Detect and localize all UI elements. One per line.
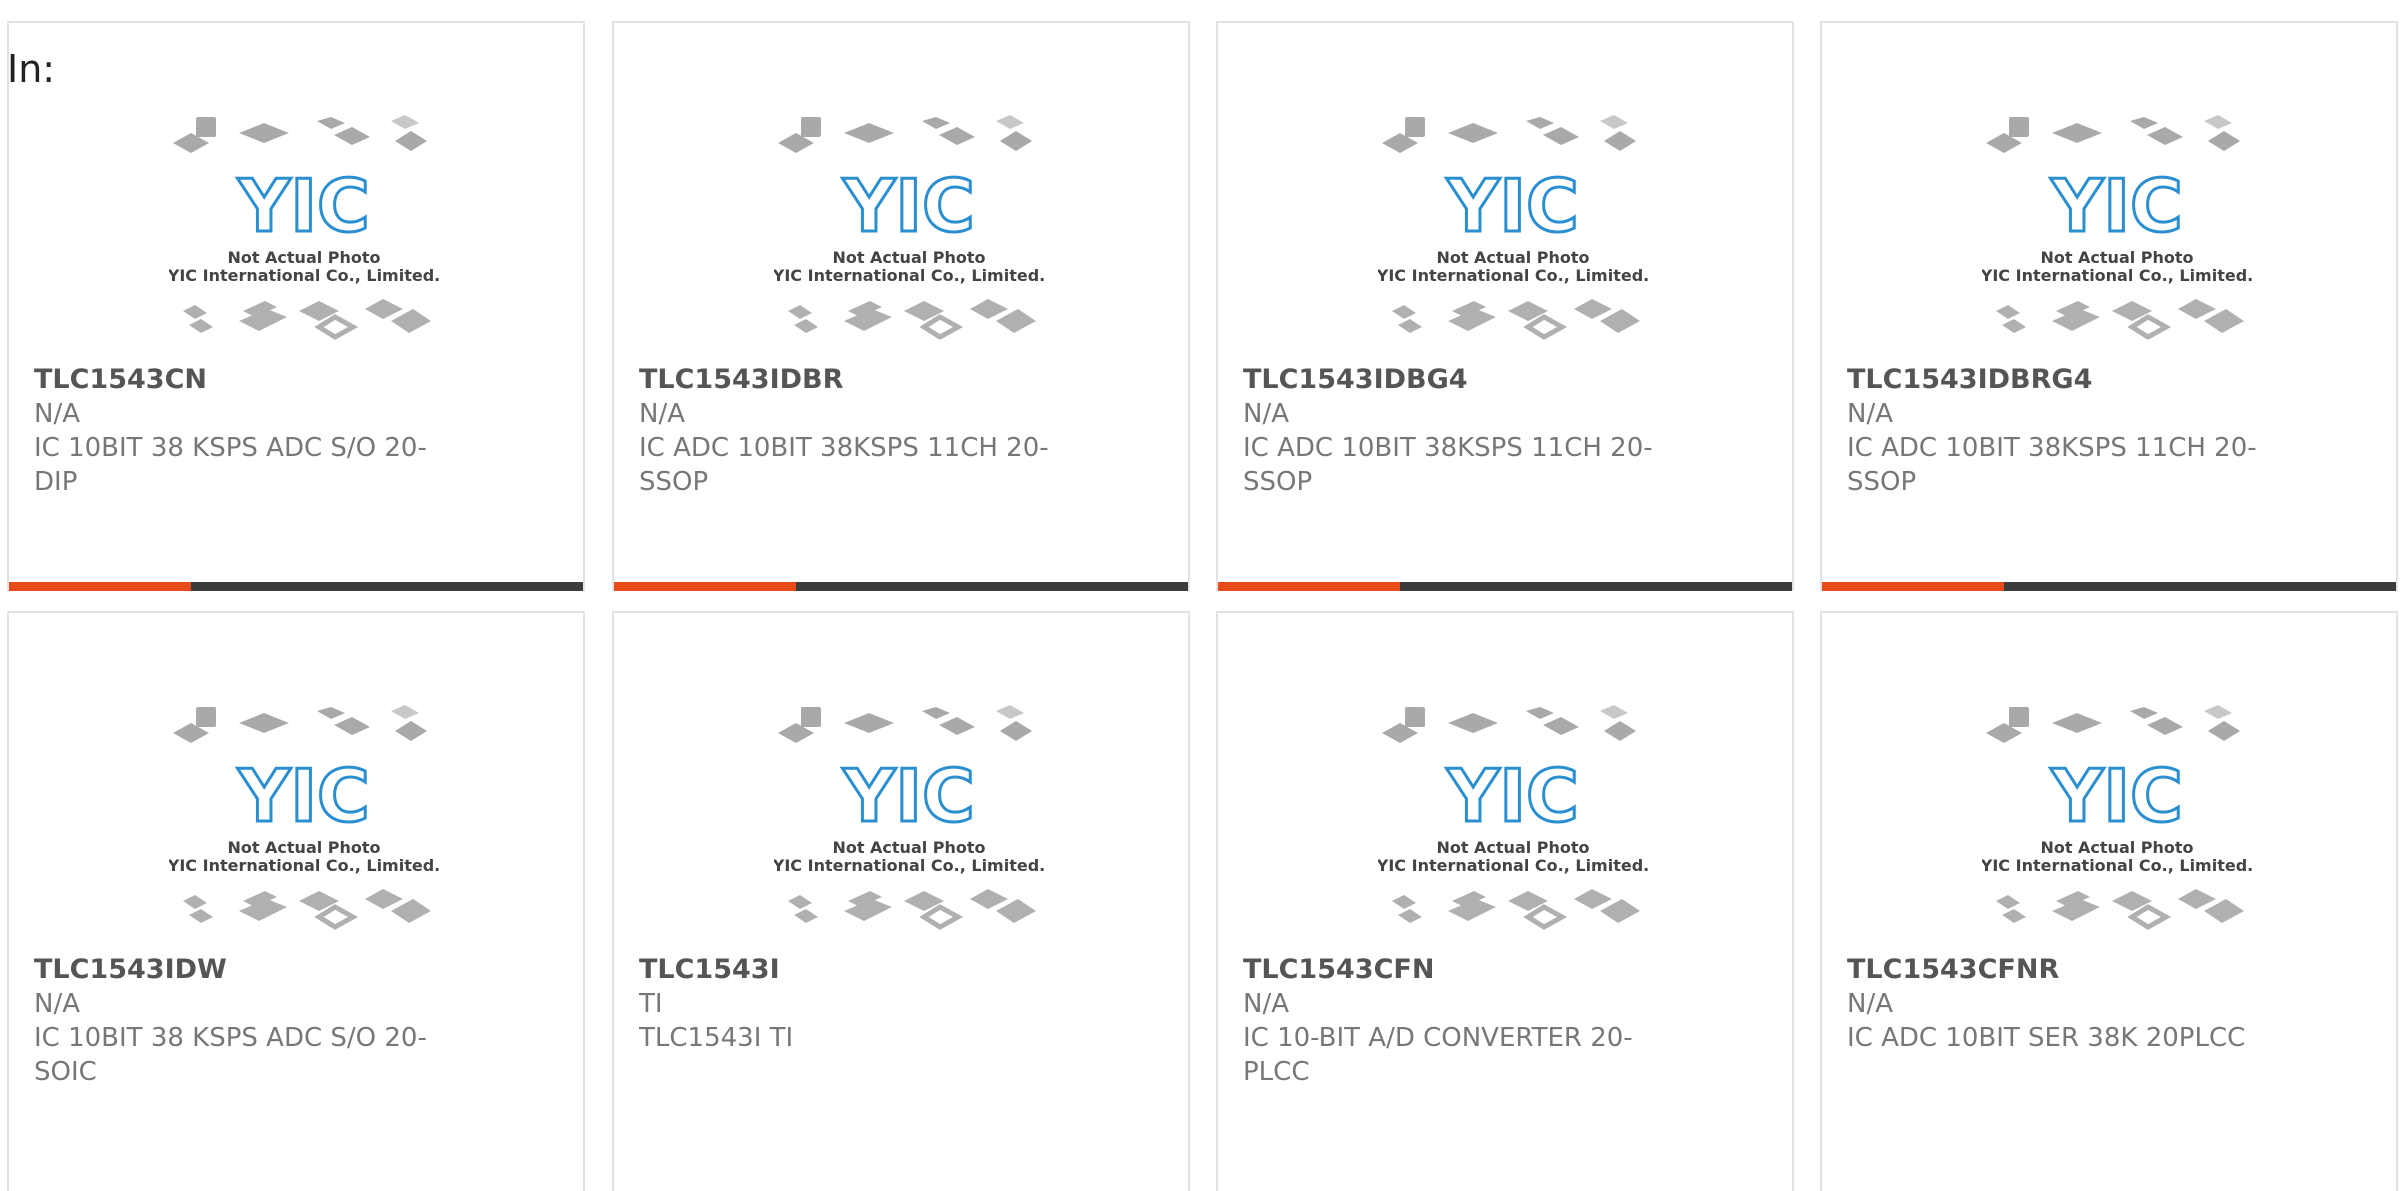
product-card[interactable]: YIC Not Actual Photo YIC International C… <box>7 21 585 591</box>
svg-text:Not Actual Photo: Not Actual Photo <box>2040 838 2193 857</box>
card-bottom-bar <box>614 582 1188 591</box>
part-number-link[interactable]: TLC1543CN <box>34 363 454 397</box>
svg-text:Not Actual Photo: Not Actual Photo <box>227 248 380 267</box>
svg-text:YIC: YIC <box>237 164 370 248</box>
product-image[interactable]: YIC Not Actual Photo YIC International C… <box>1378 113 1648 353</box>
svg-text:YIC International Co., Limited: YIC International Co., Limited. <box>774 856 1044 875</box>
description: IC 10-BIT A/D CONVERTER 20-PLCC <box>1243 1023 1633 1087</box>
product-info: TLC1543IDBRG4 N/A IC ADC 10BIT 38KSPS 11CH… <box>1847 363 2267 499</box>
manufacturer: N/A <box>1847 399 1893 429</box>
product-image[interactable]: YIC Not Actual Photo YIC International C… <box>1378 703 1648 943</box>
product-card[interactable]: YIC Not Actual Photo YIC International C… <box>1216 611 1794 1191</box>
product-image[interactable]: YIC Not Actual Photo YIC International C… <box>774 703 1044 943</box>
part-number-link[interactable]: TLC1543CFNR <box>1847 953 2267 987</box>
svg-text:Not Actual Photo: Not Actual Photo <box>832 838 985 857</box>
card-bottom-bar <box>1822 582 2396 591</box>
product-image[interactable]: YIC Not Actual Photo YIC International C… <box>1982 113 2252 353</box>
svg-text:Not Actual Photo: Not Actual Photo <box>832 248 985 267</box>
svg-text:Not Actual Photo: Not Actual Photo <box>227 838 380 857</box>
in-label: In: <box>7 47 56 91</box>
svg-text:YIC: YIC <box>1446 164 1579 248</box>
svg-text:YIC: YIC <box>2050 754 2183 838</box>
svg-text:YIC International Co., Limited: YIC International Co., Limited. <box>169 856 439 875</box>
svg-text:YIC: YIC <box>2050 164 2183 248</box>
product-image[interactable]: YIC Not Actual Photo YIC International C… <box>1982 703 2252 943</box>
part-number-link[interactable]: TLC1543IDW <box>34 953 454 987</box>
product-info: TLC1543CFN N/A IC 10-BIT A/D CONVERTER 20-… <box>1243 953 1663 1089</box>
card-bottom-bar <box>1218 582 1792 591</box>
placeholder-photo: YIC Not Actual Photo YIC International C… <box>169 115 439 340</box>
description: TLC1543I TI <box>639 1023 794 1053</box>
part-number-link[interactable]: TLC1543CFN <box>1243 953 1663 987</box>
placeholder-photo: YIC Not Actual Photo YIC International C… <box>1982 115 2252 340</box>
placeholder-photo: YIC Not Actual Photo YIC International C… <box>1378 705 1648 930</box>
product-info: TLC1543IDBR N/A IC ADC 10BIT 38KSPS 11CH 2… <box>639 363 1059 499</box>
svg-text:YIC International Co., Limited: YIC International Co., Limited. <box>1378 266 1648 285</box>
placeholder-photo: YIC Not Actual Photo YIC International C… <box>169 705 439 930</box>
svg-text:YIC: YIC <box>842 754 975 838</box>
svg-text:YIC: YIC <box>1446 754 1579 838</box>
product-image[interactable]: YIC Not Actual Photo YIC International C… <box>774 113 1044 353</box>
part-number-link[interactable]: TLC1543IDBRG4 <box>1847 363 2267 397</box>
svg-text:Not Actual Photo: Not Actual Photo <box>1436 248 1589 267</box>
part-number-link[interactable]: TLC1543IDBG4 <box>1243 363 1663 397</box>
manufacturer: N/A <box>1847 989 1893 1019</box>
description: IC ADC 10BIT 38KSPS 11CH 20-SSOP <box>1847 433 2257 497</box>
product-card[interactable]: YIC Not Actual Photo YIC International C… <box>1820 21 2398 591</box>
placeholder-photo: YIC Not Actual Photo YIC International C… <box>1378 115 1648 340</box>
product-card[interactable]: YIC Not Actual Photo YIC International C… <box>1820 611 2398 1191</box>
card-bottom-bar <box>9 582 583 591</box>
svg-text:Not Actual Photo: Not Actual Photo <box>2040 248 2193 267</box>
description: IC 10BIT 38 KSPS ADC S/O 20-DIP <box>34 433 427 497</box>
part-number-link[interactable]: TLC1543I <box>639 953 1059 987</box>
product-info: TLC1543I TI TLC1543I TI <box>639 953 1059 1055</box>
placeholder-photo: YIC Not Actual Photo YIC International C… <box>774 115 1044 340</box>
svg-text:YIC: YIC <box>237 754 370 838</box>
svg-text:YIC International Co., Limited: YIC International Co., Limited. <box>1982 856 2252 875</box>
svg-text:YIC International Co., Limited: YIC International Co., Limited. <box>1378 856 1648 875</box>
product-card[interactable]: YIC Not Actual Photo YIC International C… <box>1216 21 1794 591</box>
svg-text:YIC International Co., Limited: YIC International Co., Limited. <box>1982 266 2252 285</box>
product-info: TLC1543IDBG4 N/A IC ADC 10BIT 38KSPS 11CH … <box>1243 363 1663 499</box>
product-image[interactable]: YIC Not Actual Photo YIC International C… <box>169 113 439 353</box>
card-accent-bar <box>9 582 191 591</box>
product-info: TLC1543CN N/A IC 10BIT 38 KSPS ADC S/O 20-… <box>34 363 454 499</box>
product-info: TLC1543CFNR N/A IC ADC 10BIT SER 38K 20PLC… <box>1847 953 2267 1055</box>
product-card[interactable]: YIC Not Actual Photo YIC International C… <box>612 611 1190 1191</box>
card-accent-bar <box>1218 582 1400 591</box>
description: IC ADC 10BIT 38KSPS 11CH 20-SSOP <box>1243 433 1653 497</box>
manufacturer: N/A <box>1243 989 1289 1019</box>
manufacturer: N/A <box>34 399 80 429</box>
card-accent-bar <box>1822 582 2004 591</box>
manufacturer: N/A <box>639 399 685 429</box>
placeholder-photo: YIC Not Actual Photo YIC International C… <box>774 705 1044 930</box>
svg-text:Not Actual Photo: Not Actual Photo <box>1436 838 1589 857</box>
svg-text:YIC: YIC <box>842 164 975 248</box>
placeholder-photo: YIC Not Actual Photo YIC International C… <box>1982 705 2252 930</box>
product-card[interactable]: YIC Not Actual Photo YIC International C… <box>612 21 1190 591</box>
card-accent-bar <box>614 582 796 591</box>
description: IC ADC 10BIT SER 38K 20PLCC <box>1847 1023 2246 1053</box>
product-card[interactable]: YIC Not Actual Photo YIC International C… <box>7 611 585 1191</box>
product-image[interactable]: YIC Not Actual Photo YIC International C… <box>169 703 439 943</box>
description: IC 10BIT 38 KSPS ADC S/O 20-SOIC <box>34 1023 427 1087</box>
svg-text:YIC International Co., Limited: YIC International Co., Limited. <box>774 266 1044 285</box>
part-number-link[interactable]: TLC1543IDBR <box>639 363 1059 397</box>
description: IC ADC 10BIT 38KSPS 11CH 20-SSOP <box>639 433 1049 497</box>
manufacturer: TI <box>639 989 663 1019</box>
manufacturer: N/A <box>1243 399 1289 429</box>
svg-text:YIC International Co., Limited: YIC International Co., Limited. <box>169 266 439 285</box>
product-info: TLC1543IDW N/A IC 10BIT 38 KSPS ADC S/O 20… <box>34 953 454 1089</box>
manufacturer: N/A <box>34 989 80 1019</box>
